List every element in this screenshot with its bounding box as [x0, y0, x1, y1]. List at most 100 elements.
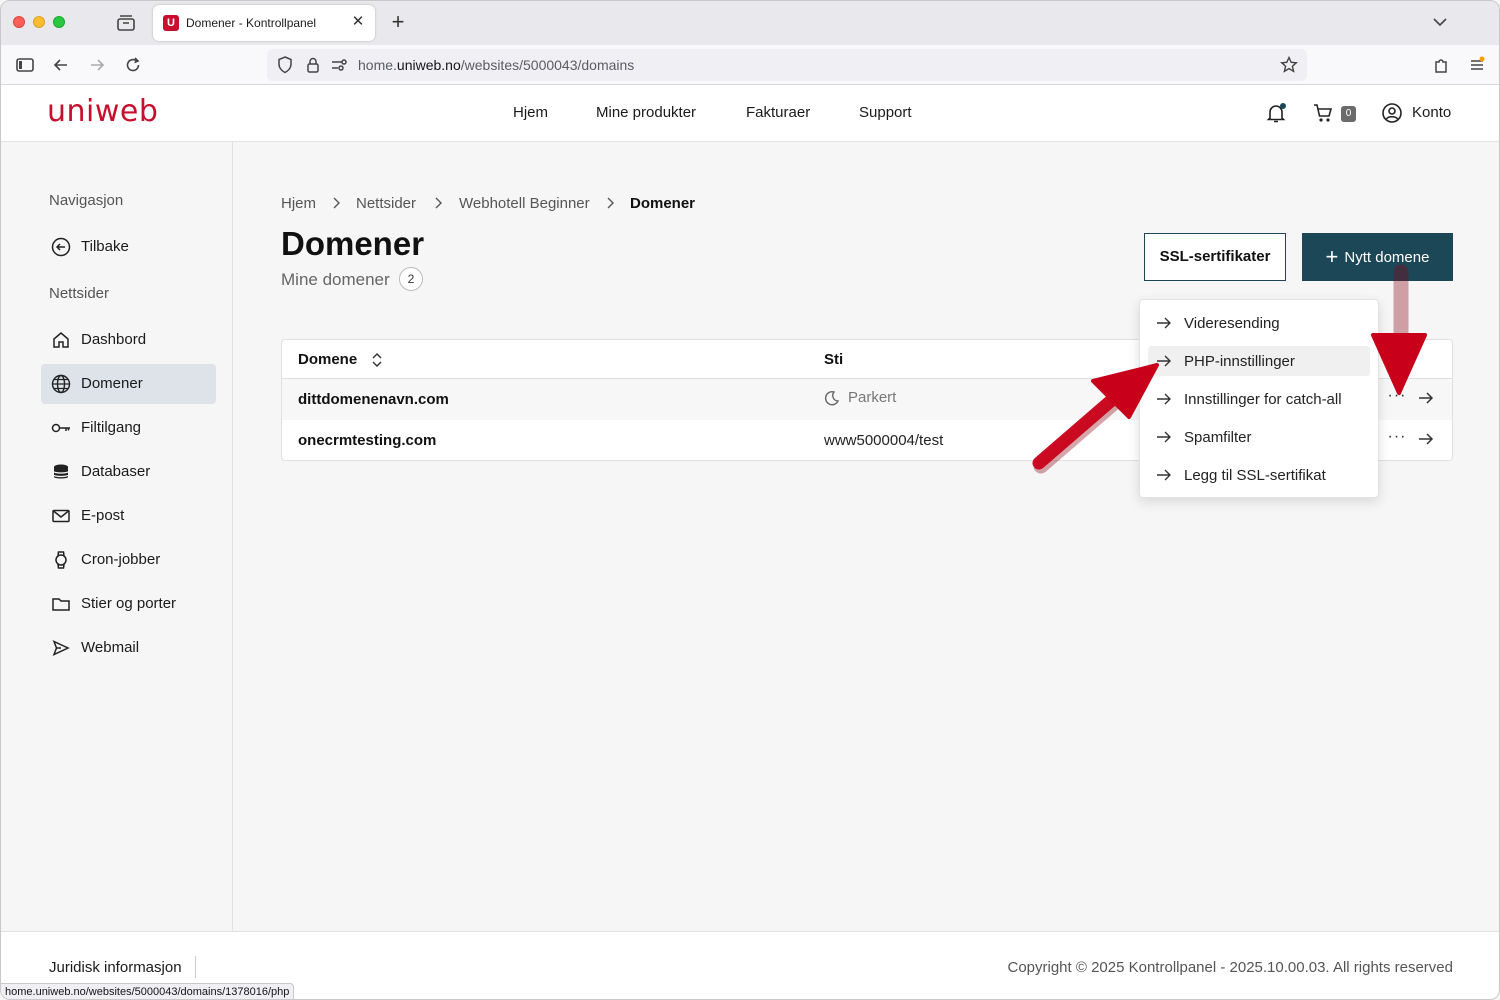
nav-hjem[interactable]: Hjem	[513, 104, 548, 121]
browser-tab-active[interactable]: U Domener - Kontrollpanel ✕	[153, 5, 375, 41]
sidebar-item-databaser[interactable]: Databaser	[41, 452, 216, 492]
sidebar-item-stier-og-porter[interactable]: Stier og porter	[41, 584, 216, 624]
row-more-button[interactable]: ···	[1386, 428, 1408, 450]
sidebar-heading-navigasjon: Navigasjon	[49, 192, 124, 209]
close-tab-icon[interactable]: ✕	[349, 13, 367, 31]
key-icon	[51, 418, 71, 438]
page-title: Domener	[281, 225, 425, 262]
lock-icon[interactable]	[303, 55, 323, 75]
sidebar-item-label: Webmail	[81, 639, 140, 656]
menu-icon[interactable]	[1467, 55, 1487, 75]
page-subtitle: Mine domener	[281, 270, 390, 289]
sidebar-item-label: Databaser	[81, 463, 151, 480]
uniweb-logo[interactable]: uniweb	[47, 94, 158, 129]
menu-item-label: PHP-innstillinger	[1184, 353, 1295, 370]
domain-path: Parkert	[848, 389, 897, 406]
menu-item-videresending[interactable]: Videresending	[1148, 308, 1370, 338]
domain-name[interactable]: onecrmtesting.com	[298, 432, 436, 449]
breadcrumb-current: Domener	[630, 195, 696, 212]
plus-icon: +	[1325, 244, 1339, 269]
notification-bell-icon[interactable]	[1265, 102, 1287, 124]
url-text[interactable]: home.uniweb.no/websites/5000043/domains	[358, 57, 634, 73]
globe-icon	[51, 374, 71, 394]
sidebar-item-label: Domener	[81, 375, 143, 392]
url-prefix: home.	[358, 57, 397, 73]
breadcrumb-nettsider[interactable]: Nettsider	[356, 195, 416, 212]
url-path: /websites/5000043/domains	[460, 57, 635, 73]
sidebar-item-e-post[interactable]: E-post	[41, 496, 216, 536]
uniweb-favicon-icon: U	[163, 15, 179, 31]
home-icon	[51, 330, 71, 350]
menu-item-label: Innstillinger for catch-all	[1184, 391, 1342, 408]
menu-item-spamfilter[interactable]: Spamfilter	[1148, 422, 1370, 452]
extensions-icon[interactable]	[1431, 55, 1451, 75]
sidebar-item-cron-jobber[interactable]: Cron-jobber	[41, 540, 216, 580]
database-icon	[51, 462, 71, 482]
sidebar-item-tilbake[interactable]: Tilbake	[41, 227, 216, 267]
menu-item-label: Legg til SSL-sertifikat	[1184, 467, 1326, 484]
minimize-window-button[interactable]	[33, 16, 45, 28]
url-bar[interactable]: home.uniweb.no/websites/5000043/domains	[267, 49, 1307, 81]
sidebar-item-webmail[interactable]: Webmail	[41, 628, 216, 668]
row-actions-dropdown: Videresending PHP-innstillinger Innstill…	[1139, 299, 1379, 498]
new-tab-button[interactable]: +	[387, 11, 409, 33]
nav-mine-produkter[interactable]: Mine produkter	[596, 104, 696, 121]
tab-overview-icon[interactable]	[115, 13, 137, 33]
domain-path: www5000004/test	[824, 432, 944, 449]
cart-count-badge: 0	[1341, 106, 1356, 122]
reload-icon[interactable]	[123, 55, 143, 75]
folder-icon	[51, 594, 71, 614]
watch-icon	[51, 550, 71, 570]
maximize-window-button[interactable]	[53, 16, 65, 28]
menu-item-php-innstillinger[interactable]: PHP-innstillinger	[1148, 346, 1370, 376]
account-link[interactable]: Konto	[1412, 104, 1451, 121]
arrow-right-icon	[1156, 354, 1172, 368]
app-header: uniweb Hjem Mine produkter Fakturaer Sup…	[1, 85, 1499, 142]
sidebar-toggle-icon[interactable]	[15, 55, 35, 75]
account-icon[interactable]	[1381, 102, 1403, 124]
column-header-path: Sti	[824, 351, 844, 368]
sidebar-heading-nettsider: Nettsider	[49, 285, 110, 302]
arrow-right-icon[interactable]	[1417, 430, 1435, 448]
send-icon	[51, 638, 71, 658]
chevron-right-icon	[331, 196, 343, 210]
back-arrow-icon[interactable]	[51, 55, 71, 75]
sidebar-item-label: Tilbake	[81, 238, 129, 255]
menu-item-ssl-sertifikat[interactable]: Legg til SSL-sertifikat	[1148, 460, 1370, 490]
cart-icon[interactable]	[1312, 102, 1334, 124]
sidebar-item-filtilgang[interactable]: Filtilgang	[41, 408, 216, 448]
nav-fakturaer[interactable]: Fakturaer	[746, 104, 810, 121]
chevron-right-icon	[605, 196, 617, 210]
shield-icon[interactable]	[275, 55, 295, 75]
forward-arrow-icon[interactable]	[87, 55, 107, 75]
breadcrumb-webhotell[interactable]: Webhotell Beginner	[459, 195, 590, 212]
new-domain-button[interactable]: + Nytt domene	[1302, 233, 1453, 281]
bookmark-star-icon[interactable]	[1279, 55, 1299, 75]
column-header-domain[interactable]: Domene	[298, 351, 357, 368]
back-circle-icon	[51, 237, 71, 257]
domain-name[interactable]: dittdomenenavn.com	[298, 391, 449, 408]
chevron-down-icon[interactable]	[1431, 13, 1449, 31]
arrow-right-icon[interactable]	[1417, 389, 1435, 407]
sidebar-item-dashbord[interactable]: Dashbord	[41, 320, 216, 360]
new-domain-label: Nytt domene	[1344, 249, 1430, 266]
link-status-bar: home.uniweb.no/websites/5000043/domains/…	[1, 983, 295, 999]
sidebar-item-label: Stier og porter	[81, 595, 177, 612]
legal-info-link[interactable]: Juridisk informasjon	[49, 959, 182, 976]
url-host: uniweb.no	[396, 57, 461, 73]
sidebar-item-label: Cron-jobber	[81, 551, 161, 568]
menu-item-catch-all[interactable]: Innstillinger for catch-all	[1148, 384, 1370, 414]
footer-divider	[195, 956, 196, 978]
breadcrumb-hjem[interactable]: Hjem	[281, 195, 316, 212]
tab-title: Domener - Kontrollpanel	[186, 16, 317, 30]
site-permissions-icon[interactable]	[329, 55, 349, 75]
sidebar-item-domener[interactable]: Domener	[41, 364, 216, 404]
row-more-button[interactable]: ···	[1386, 387, 1408, 409]
arrow-right-icon	[1156, 392, 1172, 406]
chevron-right-icon	[433, 196, 445, 210]
nav-support[interactable]: Support	[859, 104, 912, 121]
ssl-certificates-button[interactable]: SSL-sertifikater	[1144, 233, 1286, 281]
sort-icon[interactable]	[370, 351, 384, 369]
browser-navbar: home.uniweb.no/websites/5000043/domains	[1, 45, 1499, 85]
close-window-button[interactable]	[13, 16, 25, 28]
